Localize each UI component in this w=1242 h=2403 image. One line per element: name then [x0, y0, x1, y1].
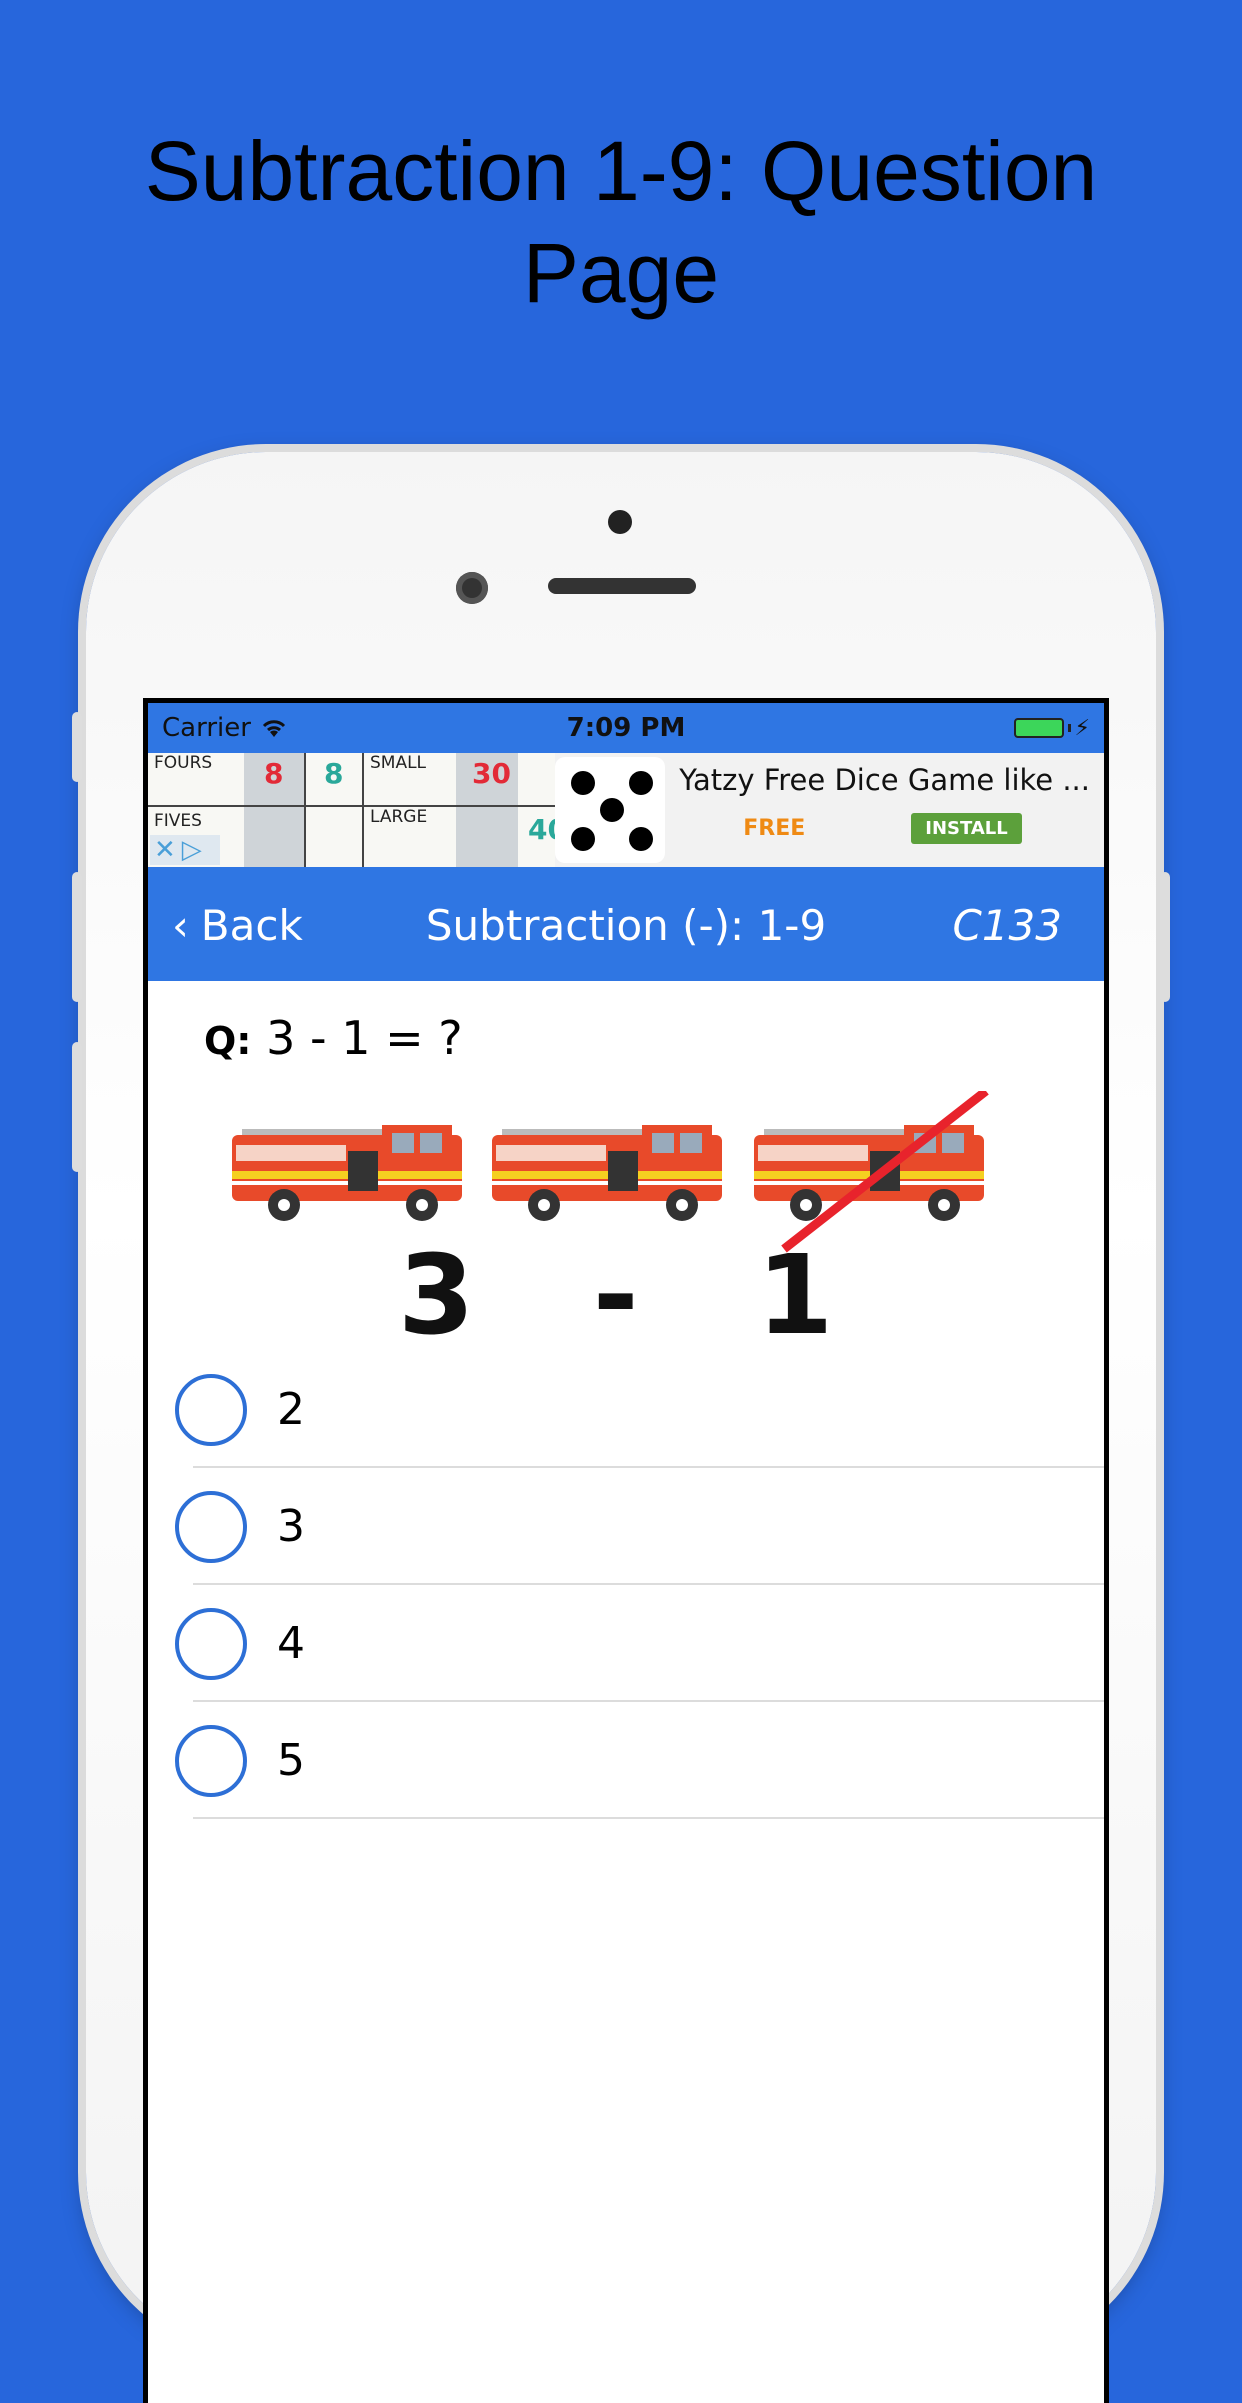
answer-option[interactable]: 4: [148, 1585, 1104, 1702]
question-text: Q: 3 - 1 = ?: [148, 981, 1104, 1081]
ad-scorecard-image: FOURS FIVES SMALL LARGE 8 8 30 40 ✕ ▷: [148, 753, 555, 867]
battery-tip: [1067, 724, 1071, 732]
score-label-small: SMALL: [370, 753, 427, 773]
expression-minuend: 3: [398, 1231, 485, 1359]
scorecard-divider: [362, 753, 364, 867]
answer-option[interactable]: 5: [148, 1702, 1104, 1819]
status-time: 7:09 PM: [566, 713, 686, 743]
question-code: C133: [952, 901, 1063, 950]
ad-row: FREE INSTALL: [679, 813, 1090, 844]
answer-option-label: 2: [277, 1384, 305, 1435]
expression-subtrahend: 1: [756, 1231, 844, 1359]
question-prefix: Q:: [204, 1019, 252, 1063]
promo-title-line1: Subtraction 1-9: Question: [144, 124, 1098, 218]
score-label-fours: FOURS: [154, 753, 213, 773]
answer-options: 2 3 4 5: [148, 1351, 1104, 1819]
answer-option[interactable]: 3: [148, 1468, 1104, 1585]
score-label-fives: FIVES: [154, 811, 202, 831]
ad-install-button[interactable]: INSTALL: [911, 813, 1022, 844]
visual-expression: 3 - 1: [398, 1231, 843, 1359]
answer-option-label: 3: [277, 1501, 305, 1552]
ad-price: FREE: [743, 816, 806, 841]
ad-banner[interactable]: FOURS FIVES SMALL LARGE 8 8 30 40 ✕ ▷: [148, 753, 1104, 867]
navigation-bar: ‹ Back Subtraction (-): 1-9 C133: [148, 867, 1104, 981]
mute-switch: [72, 712, 82, 782]
carrier-label: Carrier: [162, 713, 251, 743]
dice-pip: [570, 827, 595, 851]
earpiece-speaker: [548, 578, 696, 594]
adchoices-icon: ▷: [181, 835, 202, 865]
proximity-sensor: [608, 510, 632, 534]
status-bar: Carrier 7:09 PM ⚡: [148, 703, 1104, 753]
ad-title: Yatzy Free Dice Game like ...: [679, 763, 1090, 797]
dice-pip: [628, 827, 653, 851]
answer-option-label: 5: [277, 1735, 305, 1786]
score-value: 8: [264, 757, 284, 790]
dice-pip: [570, 771, 595, 795]
promo-title-line2: Page: [522, 226, 720, 320]
status-left: Carrier: [162, 713, 289, 743]
radio-button[interactable]: [175, 1490, 247, 1563]
score-value: 8: [324, 757, 344, 790]
phone-frame: Carrier 7:09 PM ⚡ FOURS FIVES SMALL LARG…: [72, 452, 1170, 2403]
dice-pip: [599, 798, 624, 822]
radio-button[interactable]: [175, 1607, 247, 1680]
expression-operator: -: [592, 1231, 649, 1359]
close-icon: ✕: [154, 835, 176, 865]
question-illustration: 3 - 1: [148, 1081, 1104, 1359]
power-button: [1160, 872, 1170, 1002]
answer-option[interactable]: 2: [148, 1351, 1104, 1468]
wifi-icon: [262, 720, 285, 737]
app-screen: Carrier 7:09 PM ⚡ FOURS FIVES SMALL LARG…: [143, 698, 1109, 2403]
volume-down-button: [72, 1042, 82, 1172]
ad-info: Yatzy Free Dice Game like ... FREE INSTA…: [665, 753, 1104, 867]
score-label-large: LARGE: [370, 807, 428, 827]
dice-five-icon: [554, 757, 666, 863]
fire-truck-icon: [232, 1125, 462, 1221]
question-body: 3 - 1 = ?: [266, 1011, 463, 1065]
score-value: 30: [472, 757, 511, 790]
answer-option-label: 4: [277, 1618, 305, 1669]
score-value: 40: [528, 813, 555, 846]
scorecard-divider: [304, 753, 306, 867]
fire-truck-icon: [492, 1125, 722, 1221]
volume-up-button: [72, 872, 82, 1002]
front-camera-icon: [456, 572, 488, 604]
scorecard-divider: [148, 805, 555, 807]
dice-pip: [628, 771, 653, 795]
radio-button[interactable]: [175, 1373, 247, 1446]
battery-indicator: ⚡: [1013, 715, 1090, 741]
battery-icon: [1013, 718, 1064, 738]
ad-close-button[interactable]: ✕ ▷: [150, 835, 220, 865]
radio-button[interactable]: [175, 1724, 247, 1797]
promo-title: Subtraction 1-9: Question Page: [0, 120, 1242, 324]
charging-bolt-icon: ⚡: [1074, 715, 1090, 741]
